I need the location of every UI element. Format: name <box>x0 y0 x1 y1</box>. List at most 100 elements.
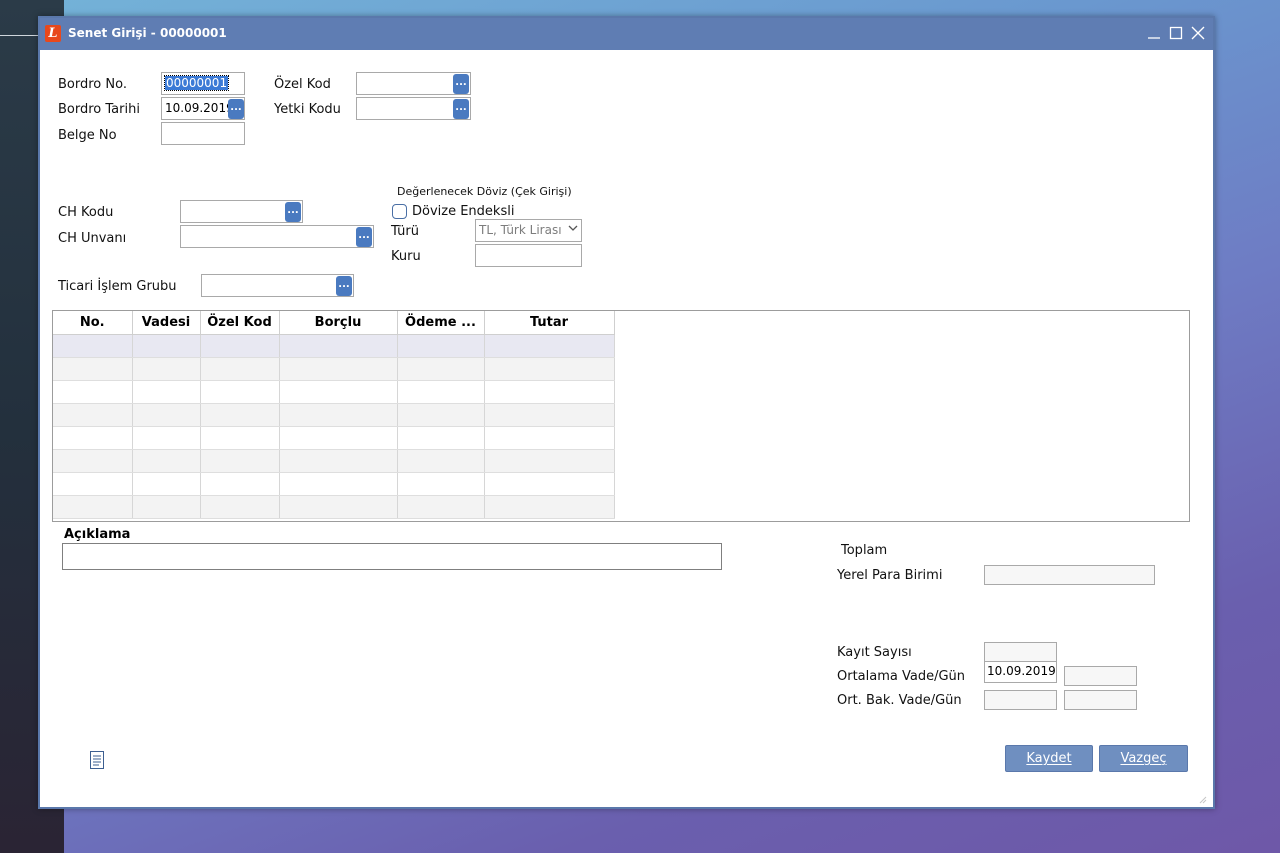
table-cell[interactable] <box>132 426 201 450</box>
kuru-field[interactable] <box>475 244 582 267</box>
column-header-ozel-kod[interactable]: Özel Kod <box>200 311 280 335</box>
table-cell[interactable] <box>132 495 201 519</box>
desktop-divider <box>0 35 40 36</box>
ticari-islem-grubu-field[interactable] <box>201 274 354 297</box>
ch-unvani-field[interactable] <box>180 225 374 248</box>
table-cell[interactable] <box>200 334 280 358</box>
ozel-kod-label: Özel Kod <box>274 77 331 92</box>
table-cell[interactable] <box>53 380 133 404</box>
table-cell[interactable] <box>279 472 398 496</box>
table-cell[interactable] <box>279 357 398 381</box>
ch-kodu-lookup-button[interactable]: ... <box>285 202 301 222</box>
table-row[interactable] <box>53 357 615 381</box>
turu-select[interactable]: TL, Türk Lirası <box>475 219 582 242</box>
table-cell[interactable] <box>484 449 615 473</box>
table-row[interactable] <box>53 449 615 473</box>
window-title: Senet Girişi - 00000001 <box>68 26 227 40</box>
title-bar[interactable]: L Senet Girişi - 00000001 <box>40 18 1213 50</box>
kuru-label: Kuru <box>391 249 421 264</box>
senet-grid[interactable]: No. Vadesi Özel Kod Borçlu Ödeme ... Tut… <box>52 310 1190 522</box>
column-header-odeme[interactable]: Ödeme ... <box>397 311 485 335</box>
table-cell[interactable] <box>279 426 398 450</box>
table-cell[interactable] <box>484 495 615 519</box>
column-header-tutar[interactable]: Tutar <box>484 311 615 335</box>
ticari-islem-grubu-lookup-button[interactable]: ... <box>336 276 352 296</box>
table-cell[interactable] <box>397 426 485 450</box>
table-cell[interactable] <box>397 449 485 473</box>
chevron-down-icon <box>568 223 578 236</box>
table-row[interactable] <box>53 403 615 427</box>
ort-bak-vade-gun-field <box>1064 690 1137 710</box>
bordro-no-field[interactable]: 00000001 <box>161 72 245 95</box>
ch-unvani-lookup-button[interactable]: ... <box>356 227 372 247</box>
table-cell[interactable] <box>53 334 133 358</box>
table-cell[interactable] <box>279 403 398 427</box>
table-cell[interactable] <box>200 495 280 519</box>
table-cell[interactable] <box>200 380 280 404</box>
table-cell[interactable] <box>397 472 485 496</box>
table-cell[interactable] <box>397 403 485 427</box>
table-cell[interactable] <box>53 472 133 496</box>
dovize-endeksli-checkbox[interactable] <box>392 204 407 219</box>
logo-icon: L <box>45 25 61 42</box>
table-cell[interactable] <box>279 380 398 404</box>
column-header-borclu[interactable]: Borçlu <box>279 311 398 335</box>
table-cell[interactable] <box>484 334 615 358</box>
table-cell[interactable] <box>484 357 615 381</box>
table-cell[interactable] <box>53 403 133 427</box>
table-row[interactable] <box>53 334 615 358</box>
table-cell[interactable] <box>200 426 280 450</box>
ticari-islem-grubu-label: Ticari İşlem Grubu <box>58 279 177 294</box>
minimize-icon[interactable] <box>1145 22 1163 44</box>
table-cell[interactable] <box>200 403 280 427</box>
table-cell[interactable] <box>279 449 398 473</box>
table-row[interactable] <box>53 426 615 450</box>
table-row[interactable] <box>53 380 615 404</box>
table-cell[interactable] <box>132 380 201 404</box>
table-cell[interactable] <box>484 472 615 496</box>
kayit-sayisi-field <box>984 642 1057 662</box>
table-cell[interactable] <box>279 334 398 358</box>
table-cell[interactable] <box>53 426 133 450</box>
table-cell[interactable] <box>200 472 280 496</box>
table-row[interactable] <box>53 495 615 519</box>
table-cell[interactable] <box>53 357 133 381</box>
vazgec-button[interactable]: Vazgeç <box>1099 745 1188 772</box>
belge-no-label: Belge No <box>58 128 117 143</box>
ozel-kod-lookup-button[interactable]: ... <box>453 74 469 94</box>
resize-grip-icon[interactable] <box>1199 793 1207 804</box>
aciklama-field[interactable] <box>62 543 722 570</box>
kaydet-button[interactable]: Kaydet <box>1005 745 1093 772</box>
table-cell[interactable] <box>484 403 615 427</box>
table-cell[interactable] <box>397 380 485 404</box>
bordro-tarihi-lookup-button[interactable]: ... <box>228 99 244 119</box>
close-icon[interactable] <box>1189 22 1207 44</box>
column-header-vadesi[interactable]: Vadesi <box>132 311 201 335</box>
table-cell[interactable] <box>397 334 485 358</box>
table-cell[interactable] <box>53 495 133 519</box>
table-cell[interactable] <box>132 449 201 473</box>
document-icon[interactable] <box>90 751 104 769</box>
table-cell[interactable] <box>132 357 201 381</box>
table-cell[interactable] <box>132 472 201 496</box>
table-cell[interactable] <box>279 495 398 519</box>
table-cell[interactable] <box>397 495 485 519</box>
ch-unvani-label: CH Unvanı <box>58 231 127 246</box>
table-row[interactable] <box>53 472 615 496</box>
table-cell[interactable] <box>53 449 133 473</box>
ortalama-vade-gun-field <box>1064 666 1137 686</box>
table-cell[interactable] <box>200 449 280 473</box>
belge-no-field[interactable] <box>161 122 245 145</box>
maximize-icon[interactable] <box>1167 22 1185 44</box>
table-cell[interactable] <box>200 357 280 381</box>
table-cell[interactable] <box>397 357 485 381</box>
table-cell[interactable] <box>132 334 201 358</box>
bordro-no-label: Bordro No. <box>58 77 127 92</box>
table-cell[interactable] <box>132 403 201 427</box>
column-header-no[interactable]: No. <box>53 311 133 335</box>
yetki-kodu-lookup-button[interactable]: ... <box>453 99 469 119</box>
table-cell[interactable] <box>484 380 615 404</box>
table-cell[interactable] <box>484 426 615 450</box>
ort-bak-vade-field <box>984 690 1057 710</box>
yerel-para-birimi-label: Yerel Para Birimi <box>837 568 943 583</box>
